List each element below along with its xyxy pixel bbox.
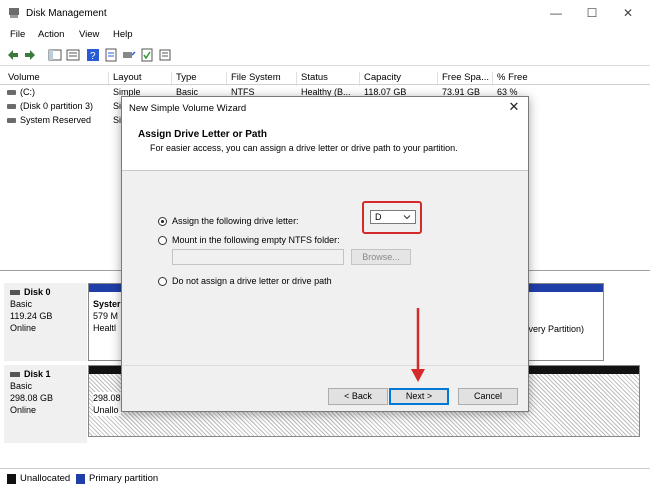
menu-bar: File Action View Help [0,26,650,43]
primary-partition-swatch [76,474,85,484]
next-button[interactable]: Next > [389,388,449,405]
disk-0-label[interactable]: Disk 0 Basic 119.24 GB Online [4,283,87,361]
cancel-button[interactable]: Cancel [458,388,518,405]
dialog-title: New Simple Volume Wizard [129,103,247,114]
legend-unallocated: Unallocated [20,473,71,484]
check-icon[interactable] [140,48,154,62]
column-volume[interactable]: Volume [4,72,40,86]
column-file-system[interactable]: File System [226,72,281,86]
back-arrow-icon[interactable] [6,48,20,62]
volume-list-header: Volume Layout Type File System Status Ca… [0,69,650,86]
menu-view[interactable]: View [79,29,99,40]
dialog-subheading: For easier access, you can assign a driv… [150,143,458,153]
close-icon[interactable]: ✕ [506,99,522,115]
column-capacity[interactable]: Capacity [359,72,401,86]
dialog-heading: Assign Drive Letter or Path [138,129,267,140]
dialog-body [122,172,528,364]
radio-mount-folder[interactable] [158,236,167,245]
toolbar: ? [0,44,650,66]
disk-1-label[interactable]: Disk 1 Basic 298.08 GB Online [4,365,87,443]
list-icon[interactable] [66,48,80,62]
label-mount-folder: Mount in the following empty NTFS folder… [172,235,340,245]
connect-icon[interactable] [122,48,136,62]
svg-text:?: ? [90,51,96,62]
new-simple-volume-wizard: New Simple Volume Wizard ✕ Assign Drive … [121,96,529,412]
title-bar: Disk Management — ☐ ✕ [0,0,650,26]
window-title: Disk Management [26,8,107,19]
menu-help[interactable]: Help [113,29,133,40]
menu-action[interactable]: Action [38,29,64,40]
label-no-letter: Do not assign a drive letter or drive pa… [172,276,332,286]
drive-letter-select[interactable]: D [370,210,416,224]
unallocated-swatch [7,474,16,484]
radio-no-letter[interactable] [158,277,167,286]
drive-icon [7,118,16,123]
drive-icon [7,90,16,95]
column-free-space[interactable]: Free Spa... [437,72,489,86]
minimize-button[interactable]: — [538,3,574,23]
properties-icon[interactable] [104,48,118,62]
drive-icon [10,372,20,378]
disk-0-partition-1[interactable]: Syster 579 M Healtl [93,298,121,334]
dialog-title-bar: New Simple Volume Wizard ✕ [122,97,528,119]
close-window-button[interactable]: ✕ [610,3,646,23]
drive-icon [7,104,16,109]
help-icon[interactable]: ? [86,48,100,62]
column-status[interactable]: Status [296,72,328,86]
column-percent-free[interactable]: % Free [492,72,528,86]
legend-primary: Primary partition [89,473,159,484]
folder-path-input[interactable] [172,249,344,265]
column-type[interactable]: Type [171,72,197,86]
list-icon[interactable] [158,48,172,62]
browse-button[interactable]: Browse... [351,249,411,265]
maximize-button[interactable]: ☐ [574,3,610,23]
legend: Unallocated Primary partition [0,468,650,490]
menu-file[interactable]: File [10,29,25,40]
drive-letter-value: D [375,212,382,222]
radio-assign-letter[interactable] [158,217,167,226]
disk-1-unallocated[interactable]: 298.08 Unallo [93,392,121,416]
back-button[interactable]: < Back [328,388,388,405]
console-tree-icon[interactable] [48,48,62,62]
forward-arrow-icon[interactable] [23,48,37,62]
label-assign-letter: Assign the following drive letter: [172,216,299,226]
chevron-down-icon [403,215,411,220]
drive-icon [10,290,20,296]
column-layout[interactable]: Layout [108,72,142,86]
disk-management-icon [9,8,19,18]
dialog-header: Assign Drive Letter or Path For easier a… [122,119,528,171]
